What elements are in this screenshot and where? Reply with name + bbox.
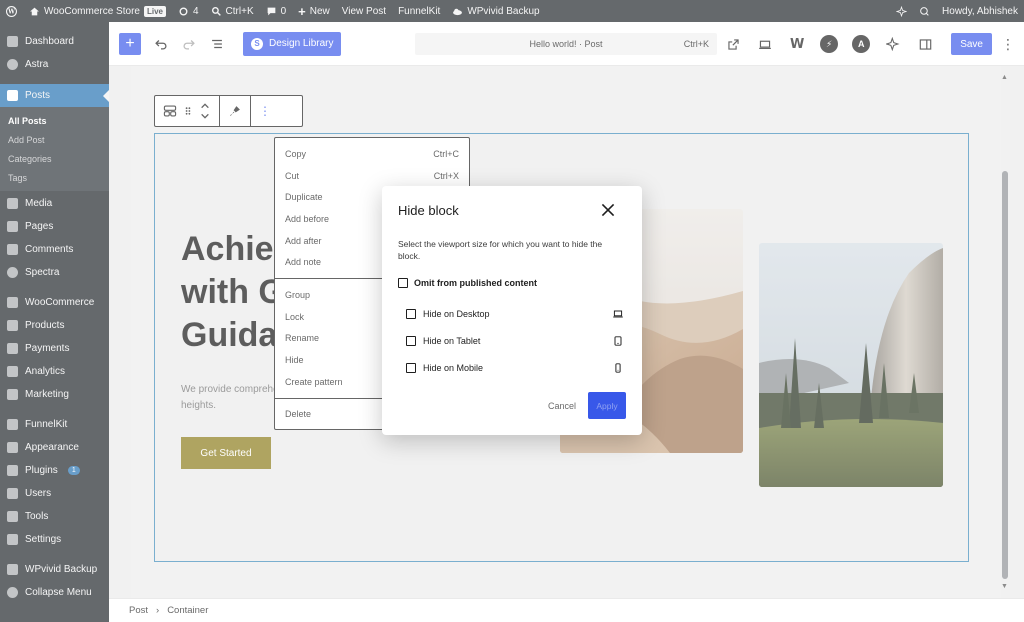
hide-block-modal: Hide block Select the viewport size for … <box>382 186 642 435</box>
close-icon[interactable] <box>600 202 616 218</box>
hide-desktop-row: Hide on Desktop <box>406 308 624 320</box>
tablet-icon <box>614 336 622 346</box>
modal-description: Select the viewport size for which you w… <box>398 239 603 261</box>
mobile-icon <box>615 363 621 373</box>
hide-tablet-row: Hide on Tablet <box>406 335 624 347</box>
omit-published-checkbox[interactable] <box>398 278 408 288</box>
hide-mobile-label: Hide on Mobile <box>423 363 484 373</box>
hide-tablet-label: Hide on Tablet <box>423 336 481 346</box>
hide-desktop-checkbox[interactable] <box>406 309 416 319</box>
omit-published-label: Omit from published content <box>414 278 537 288</box>
apply-button[interactable]: Apply <box>588 392 626 419</box>
hide-mobile-checkbox[interactable] <box>406 363 416 373</box>
cancel-button[interactable]: Cancel <box>548 401 576 411</box>
laptop-icon <box>613 310 623 318</box>
modal-title: Hide block <box>398 203 459 218</box>
hide-desktop-label: Hide on Desktop <box>423 309 490 319</box>
omit-published-row: Omit from published content <box>398 278 537 288</box>
hide-mobile-row: Hide on Mobile <box>406 362 624 374</box>
hide-tablet-checkbox[interactable] <box>406 336 416 346</box>
